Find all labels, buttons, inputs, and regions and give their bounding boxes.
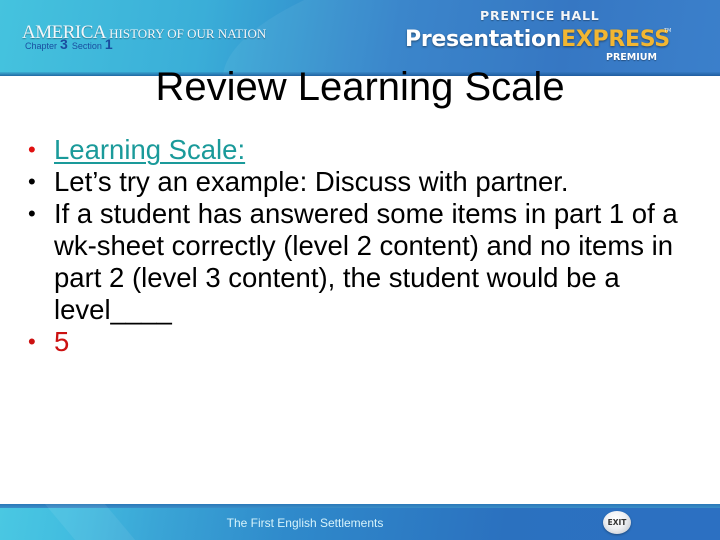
series-title-small: HISTORY OF OUR NATION xyxy=(109,26,267,41)
exit-button[interactable]: EXIT xyxy=(603,511,631,534)
product-name-express: EXPRESS xyxy=(561,27,670,52)
product-edition: PREMIUM xyxy=(606,52,657,63)
bullet-text: Let’s try an example: Discuss with partn… xyxy=(54,166,569,197)
lesson-title: The First English Settlements xyxy=(226,516,384,530)
bullet-item: • 5 xyxy=(24,326,704,358)
publisher-name: PRENTICE HALL xyxy=(480,8,600,23)
chapter-label: Chapter xyxy=(25,41,58,51)
bullet-icon: • xyxy=(28,169,36,194)
section-label: Section xyxy=(71,41,102,51)
answer-text: 5 xyxy=(54,326,70,357)
trademark-mark: TM xyxy=(664,28,672,34)
section-number: 1 xyxy=(104,36,113,52)
chapter-section-indicator: Chapter 3 Section 1 xyxy=(25,36,117,54)
chapter-number: 3 xyxy=(60,36,68,52)
bullet-item: • If a student has answered some items i… xyxy=(24,198,704,326)
bullet-item: • Let’s try an example: Discuss with par… xyxy=(24,166,704,198)
learning-scale-link[interactable]: Learning Scale: xyxy=(54,134,245,165)
slide-title: Review Learning Scale xyxy=(155,65,565,109)
slide-body: • Learning Scale: • Let’s try an example… xyxy=(24,134,704,358)
product-logo: PresentationEXPRESS xyxy=(405,27,670,52)
bullet-item: • Learning Scale: xyxy=(24,134,704,166)
bullet-icon: • xyxy=(28,329,36,354)
bullet-text: If a student has answered some items in … xyxy=(54,198,678,325)
bullet-icon: • xyxy=(28,137,36,162)
bullet-icon: • xyxy=(28,201,36,226)
product-name-presentation: Presentation xyxy=(405,27,562,52)
